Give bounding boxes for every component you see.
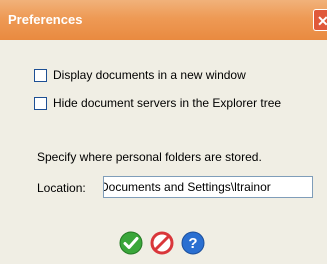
close-icon: ✕: [317, 13, 327, 29]
option-display-new-window[interactable]: Display documents in a new window: [34, 67, 246, 83]
svg-text:?: ?: [188, 235, 197, 252]
cancel-icon: [150, 231, 174, 255]
close-button[interactable]: ✕: [313, 9, 327, 31]
help-button[interactable]: ?: [181, 231, 205, 255]
window-title: Preferences: [8, 12, 83, 27]
folders-description: Specify where personal folders are store…: [37, 150, 262, 164]
option-hide-servers[interactable]: Hide document servers in the Explorer tr…: [34, 95, 281, 111]
location-input[interactable]: Documents and Settings\ltrainor: [103, 176, 313, 198]
title-bar: Preferences ✕: [0, 0, 327, 40]
location-label: Location:: [37, 181, 86, 195]
hide-servers-label: Hide document servers in the Explorer tr…: [53, 96, 282, 110]
check-icon: [119, 231, 143, 255]
cancel-button[interactable]: [150, 231, 174, 255]
hide-servers-checkbox[interactable]: [34, 96, 47, 110]
display-new-window-checkbox[interactable]: [34, 68, 47, 82]
display-new-window-label: Display documents in a new window: [53, 68, 246, 82]
ok-button[interactable]: [119, 231, 143, 255]
help-icon: ?: [181, 231, 205, 255]
